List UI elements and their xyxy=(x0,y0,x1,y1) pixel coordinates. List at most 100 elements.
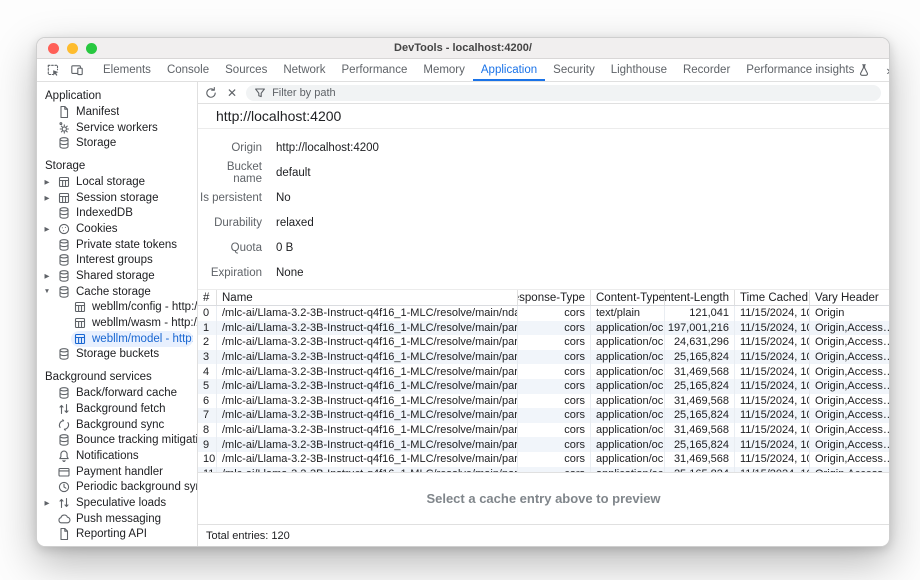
cell-name: /mlc-ai/Llama-3.2-3B-Instruct-q4f16_1-ML… xyxy=(216,306,517,321)
sidebar-item-background-fetch[interactable]: Background fetch xyxy=(37,401,197,417)
sidebar-item-bounce-tracking-mitigations[interactable]: Bounce tracking mitigations xyxy=(37,432,197,448)
cell-content_length: 31,469,568 xyxy=(664,364,734,379)
sidebar-item-label: Reporting API xyxy=(76,528,147,540)
sidebar-item-notifications[interactable]: Notifications xyxy=(37,448,197,464)
card-icon xyxy=(57,465,71,479)
cache-origin-header: http://localhost:4200 xyxy=(198,104,889,129)
tab-recorder[interactable]: Recorder xyxy=(675,59,738,81)
tab-security[interactable]: Security xyxy=(545,59,603,81)
sidebar-item-local-storage[interactable]: ▶ Local storage xyxy=(37,174,197,190)
expand-arrow-icon[interactable]: ▶ xyxy=(41,225,53,233)
sidebar-item-private-state-tokens[interactable]: Private state tokens xyxy=(37,237,197,253)
sidebar-item-speculative-loads[interactable]: ▶Speculative loads xyxy=(37,495,197,511)
sidebar-item-cache-storage[interactable]: ▼Cache storage xyxy=(37,284,197,300)
clear-icon[interactable]: ✕ xyxy=(225,86,239,100)
more-tabs-icon[interactable]: » xyxy=(879,63,889,78)
cache-entry-row[interactable]: 4/mlc-ai/Llama-3.2-3B-Instruct-q4f16_1-M… xyxy=(198,364,889,379)
cell-response_type: cors xyxy=(517,335,590,350)
filter-input[interactable]: Filter by path xyxy=(246,85,881,101)
preview-area: Select a cache entry above to preview xyxy=(198,473,889,524)
database-icon xyxy=(57,206,71,220)
cell-vary: Origin,Access… xyxy=(809,350,889,365)
collapse-arrow-icon[interactable]: ▼ xyxy=(41,288,53,295)
tab-label: Application xyxy=(481,64,537,76)
expand-arrow-icon[interactable]: ▶ xyxy=(41,272,53,280)
sidebar-section-application: Application xyxy=(37,88,197,104)
sidebar-item-webllm-config-http-loc[interactable]: webllm/config - http://loc… xyxy=(37,300,197,316)
cell-content_type: text/plain xyxy=(590,306,664,321)
sidebar-item-push-messaging[interactable]: Push messaging xyxy=(37,511,197,527)
cell-time_cached: 11/15/2024, 10… xyxy=(734,335,809,350)
cache-entry-row[interactable]: 6/mlc-ai/Llama-3.2-3B-Instruct-q4f16_1-M… xyxy=(198,394,889,409)
sidebar-item-label: webllm/wasm - http://loca… xyxy=(92,317,197,329)
cell-content_type: application/oc… xyxy=(590,394,664,409)
tab-network[interactable]: Network xyxy=(275,59,333,81)
sidebar-item-service-workers[interactable]: Service workers xyxy=(37,120,197,136)
cache-entry-row[interactable]: 10/mlc-ai/Llama-3.2-3B-Instruct-q4f16_1-… xyxy=(198,452,889,467)
cache-toolbar: ✕ Filter by path xyxy=(198,82,889,104)
cell-content_length: 25,165,824 xyxy=(664,437,734,452)
sidebar-item-label: Session storage xyxy=(76,192,158,204)
sidebar-item-storage[interactable]: Storage xyxy=(37,135,197,151)
sidebar-item-indexeddb[interactable]: IndexedDB xyxy=(37,205,197,221)
sidebar-item-reporting-api[interactable]: Reporting API xyxy=(37,527,197,543)
sidebar-item-periodic-background-sync[interactable]: Periodic background sync xyxy=(37,479,197,495)
tab-performance-insights[interactable]: Performance insights xyxy=(738,59,879,81)
expand-arrow-icon[interactable]: ▶ xyxy=(41,178,53,186)
titlebar: DevTools - localhost:4200/ xyxy=(37,38,889,59)
tab-memory[interactable]: Memory xyxy=(415,59,473,81)
cell-content_length: 197,001,216 xyxy=(664,321,734,336)
cell-num: 1 xyxy=(198,321,216,336)
inspect-element-icon[interactable] xyxy=(41,59,65,81)
sidebar-item-session-storage[interactable]: ▶ Session storage xyxy=(37,190,197,206)
cache-entry-row[interactable]: 5/mlc-ai/Llama-3.2-3B-Instruct-q4f16_1-M… xyxy=(198,379,889,394)
cache-details: Originhttp://localhost:4200Bucket namede… xyxy=(198,129,889,289)
refresh-icon[interactable] xyxy=(204,86,218,100)
grid-body[interactable]: 0/mlc-ai/Llama-3.2-3B-Instruct-q4f16_1-M… xyxy=(198,306,889,473)
cache-entry-row[interactable]: 3/mlc-ai/Llama-3.2-3B-Instruct-q4f16_1-M… xyxy=(198,350,889,365)
column-header-time-cached[interactable]: Time Cached xyxy=(734,290,809,305)
sidebar-section-background-services: Background services xyxy=(37,369,197,385)
sidebar-item-webllm-model-http-loc[interactable]: webllm/model - http://loc… xyxy=(71,331,193,347)
document-icon xyxy=(57,105,71,119)
sidebar-item-back-forward-cache[interactable]: Back/forward cache xyxy=(37,385,197,401)
cell-response_type: cors xyxy=(517,408,590,423)
cell-name: /mlc-ai/Llama-3.2-3B-Instruct-q4f16_1-ML… xyxy=(216,364,517,379)
cell-content_type: application/oc… xyxy=(590,321,664,336)
cache-entry-row[interactable]: 2/mlc-ai/Llama-3.2-3B-Instruct-q4f16_1-M… xyxy=(198,335,889,350)
sidebar-item-label: Service workers xyxy=(76,122,158,134)
column-header-[interactable]: # xyxy=(198,290,216,305)
column-header-content-length[interactable]: Content-Length xyxy=(664,290,734,305)
column-header-name[interactable]: Name xyxy=(216,290,517,305)
column-header-vary-header[interactable]: Vary Header xyxy=(809,290,889,305)
sidebar-item-interest-groups[interactable]: Interest groups xyxy=(37,253,197,269)
cache-entry-row[interactable]: 0/mlc-ai/Llama-3.2-3B-Instruct-q4f16_1-M… xyxy=(198,306,889,321)
sidebar-item-webllm-wasm-http-loca[interactable]: webllm/wasm - http://loca… xyxy=(37,315,197,331)
tab-sources[interactable]: Sources xyxy=(217,59,275,81)
tab-elements[interactable]: Elements xyxy=(95,59,159,81)
sidebar-item-label: webllm/model - http://loc… xyxy=(92,333,193,345)
cache-entry-row[interactable]: 9/mlc-ai/Llama-3.2-3B-Instruct-q4f16_1-M… xyxy=(198,437,889,452)
column-header-response-type[interactable]: Response-Type xyxy=(517,290,590,305)
sidebar-item-label: Local storage xyxy=(76,176,145,188)
grid-header-row: #NameResponse-TypeContent-TypeContent-Le… xyxy=(198,290,889,306)
cache-entry-row[interactable]: 1/mlc-ai/Llama-3.2-3B-Instruct-q4f16_1-M… xyxy=(198,321,889,336)
expand-arrow-icon[interactable]: ▶ xyxy=(41,499,53,507)
sidebar-item-payment-handler[interactable]: Payment handler xyxy=(37,464,197,480)
tab-lighthouse[interactable]: Lighthouse xyxy=(603,59,675,81)
sidebar-item-manifest[interactable]: Manifest xyxy=(37,104,197,120)
device-toolbar-icon[interactable] xyxy=(65,59,89,81)
tab-console[interactable]: Console xyxy=(159,59,217,81)
sidebar-item-background-sync[interactable]: Background sync xyxy=(37,417,197,433)
sidebar-item-storage-buckets[interactable]: Storage buckets xyxy=(37,347,197,363)
tab-performance[interactable]: Performance xyxy=(334,59,416,81)
expand-arrow-icon[interactable]: ▶ xyxy=(41,194,53,202)
sidebar-item-cookies[interactable]: ▶Cookies xyxy=(37,221,197,237)
tab-application[interactable]: Application xyxy=(473,59,545,81)
cache-entry-row[interactable]: 8/mlc-ai/Llama-3.2-3B-Instruct-q4f16_1-M… xyxy=(198,423,889,438)
sidebar-section-storage: Storage xyxy=(37,158,197,174)
sidebar-item-shared-storage[interactable]: ▶Shared storage xyxy=(37,268,197,284)
cache-entry-row[interactable]: 7/mlc-ai/Llama-3.2-3B-Instruct-q4f16_1-M… xyxy=(198,408,889,423)
cache-storage-panel: ✕ Filter by path http://localhost:4200 O… xyxy=(198,82,889,546)
column-header-content-type[interactable]: Content-Type xyxy=(590,290,664,305)
